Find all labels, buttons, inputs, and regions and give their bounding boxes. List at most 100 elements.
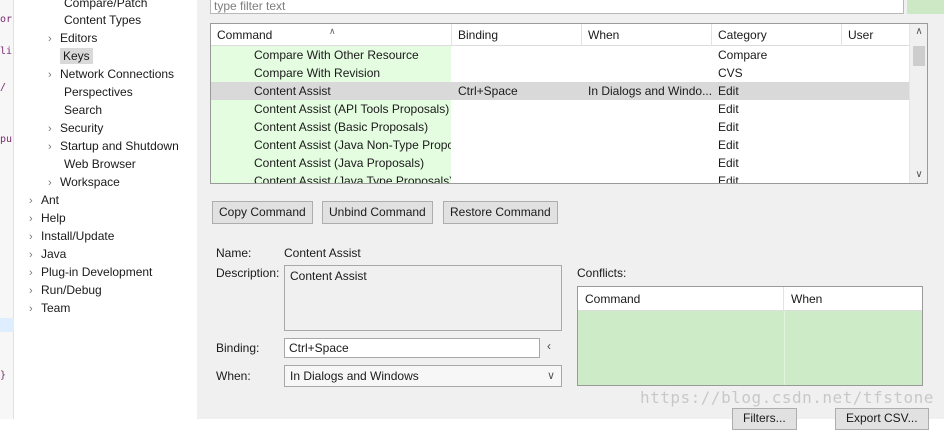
tree-item-perspectives[interactable]: Perspectives: [64, 83, 133, 101]
tree-item-install-update[interactable]: › Install/Update: [29, 227, 114, 245]
cell-category: Edit: [718, 102, 739, 116]
copy-command-button[interactable]: Copy Command: [212, 201, 313, 224]
tree-item-label: Editors: [60, 31, 98, 45]
column-header-binding[interactable]: Binding: [452, 24, 582, 46]
chevron-right-icon[interactable]: ›: [29, 264, 41, 282]
binding-input[interactable]: Ctrl+Space: [284, 338, 540, 358]
tree-item-label: Plug-in Development: [41, 265, 153, 279]
column-header-category[interactable]: Category: [712, 24, 842, 46]
chevron-right-icon[interactable]: ›: [48, 138, 60, 156]
cell-command: Content Assist (API Tools Proposals): [211, 100, 451, 118]
tree-item-search[interactable]: Search: [64, 101, 102, 119]
cell-when: In Dialogs and Windo...: [588, 84, 712, 98]
chevron-right-icon[interactable]: ›: [29, 246, 41, 264]
binding-label: Binding:: [216, 341, 260, 355]
cell-category: Edit: [718, 84, 739, 98]
tree-item-label: Ant: [41, 193, 60, 207]
unbind-command-button[interactable]: Unbind Command: [322, 201, 433, 224]
column-header-when[interactable]: When: [582, 24, 712, 46]
editor-line-highlight: [0, 318, 14, 332]
tree-item-help[interactable]: › Help: [29, 209, 66, 227]
cell-command: Compare With Other Resource: [211, 46, 451, 64]
tree-item-label: Network Connections: [60, 67, 175, 81]
cell-command: Content Assist: [211, 82, 451, 100]
tree-item-label: Help: [41, 211, 66, 225]
filter-input[interactable]: type filter text: [210, 0, 904, 14]
binding-menu-icon[interactable]: ‹: [547, 339, 551, 353]
cell-command: Compare With Revision: [211, 64, 451, 82]
cell-command: Content Assist (Java Proposals): [211, 154, 451, 172]
when-select[interactable]: In Dialogs and Windows ∨: [284, 365, 562, 387]
keys-preference-page: type filter text Command ∧ Binding When C…: [197, 0, 944, 430]
table-row[interactable]: Content Assist (Java Type Proposals) Edit: [211, 172, 909, 183]
table-row[interactable]: Compare With Revision CVS: [211, 64, 909, 82]
column-header-command[interactable]: Command ∧: [211, 24, 452, 46]
chevron-right-icon[interactable]: ›: [48, 30, 60, 48]
editor-fragment: pu: [0, 134, 13, 145]
chevron-right-icon[interactable]: ›: [29, 228, 41, 246]
chevron-right-icon[interactable]: ›: [29, 282, 41, 300]
cell-binding: Ctrl+Space: [458, 84, 518, 98]
tree-item-web-browser[interactable]: Web Browser: [64, 155, 136, 173]
tree-item-content-types[interactable]: Content Types: [64, 11, 141, 29]
scroll-up-icon[interactable]: ∧: [910, 24, 927, 40]
table-row[interactable]: Content Assist Ctrl+Space In Dialogs and W…: [211, 82, 909, 100]
conflicts-table: Command When: [577, 286, 923, 386]
table-row[interactable]: Content Assist (API Tools Proposals) Edit: [211, 100, 909, 118]
tree-item-label: Install/Update: [41, 229, 115, 243]
tree-item-label: Workspace: [60, 175, 120, 189]
conflicts-table-header: Command When: [578, 287, 922, 311]
tree-item-label: Compare/Patch: [64, 0, 148, 10]
tree-item-network-connections[interactable]: › Network Connections: [48, 65, 174, 83]
tree-item-label: Web Browser: [64, 157, 136, 171]
scrollbar-thumb[interactable]: [913, 46, 925, 66]
tree-item-workspace[interactable]: › Workspace: [48, 173, 120, 191]
tree-item-ant[interactable]: › Ant: [29, 191, 59, 209]
column-label: User: [848, 28, 874, 42]
tree-item-editors[interactable]: › Editors: [48, 29, 97, 47]
description-label: Description:: [216, 266, 280, 280]
keys-table-scrollbar[interactable]: ∧ ∨: [909, 24, 927, 183]
tree-item-keys[interactable]: Keys: [60, 47, 93, 65]
description-field[interactable]: Content Assist: [284, 265, 562, 331]
watermark: https://blog.csdn.net/tfstone: [640, 388, 934, 407]
column-header-user[interactable]: User: [842, 24, 909, 46]
tree-item-label: Run/Debug: [41, 283, 102, 297]
keys-table-body: Compare With Other Resource Compare Compar…: [211, 46, 909, 183]
scroll-down-icon[interactable]: ∨: [910, 167, 927, 183]
keys-table: Command ∧ Binding When Category User Comp…: [210, 23, 928, 184]
name-label: Name:: [216, 246, 252, 260]
conflicts-column-when[interactable]: When: [784, 287, 922, 311]
chevron-right-icon[interactable]: ›: [29, 192, 41, 210]
chevron-right-icon[interactable]: ›: [29, 210, 41, 228]
tree-item-label: Keys: [60, 48, 93, 64]
restore-command-button[interactable]: Restore Command: [443, 201, 558, 224]
tree-item-team[interactable]: › Team: [29, 299, 70, 317]
chevron-right-icon[interactable]: ›: [29, 300, 41, 318]
chevron-right-icon[interactable]: ›: [48, 66, 60, 84]
tree-item-label: Perspectives: [64, 85, 133, 99]
tree-item-plugin-development[interactable]: › Plug-in Development: [29, 263, 152, 281]
cell-category: CVS: [718, 66, 743, 80]
cell-command: Content Assist (Basic Proposals): [211, 118, 451, 136]
filters-button[interactable]: Filters...: [732, 408, 797, 430]
table-row[interactable]: Content Assist (Basic Proposals) Edit: [211, 118, 909, 136]
cell-category: Edit: [718, 138, 739, 152]
tree-item-label: Search: [64, 103, 103, 117]
table-row[interactable]: Compare With Other Resource Compare: [211, 46, 909, 64]
editor-fragment: }: [0, 370, 7, 381]
tree-item-startup-shutdown[interactable]: › Startup and Shutdown: [48, 137, 179, 155]
table-row[interactable]: Content Assist (Java Proposals) Edit: [211, 154, 909, 172]
tree-item-label: Content Types: [64, 13, 142, 27]
tree-item-label: Startup and Shutdown: [60, 139, 179, 153]
chevron-right-icon[interactable]: ›: [48, 174, 60, 192]
chevron-right-icon[interactable]: ›: [48, 120, 60, 138]
editor-fragment: or: [0, 14, 13, 25]
table-row[interactable]: Content Assist (Java Non-Type Propo Edit: [211, 136, 909, 154]
conflicts-column-command[interactable]: Command: [578, 287, 784, 311]
tree-item-java[interactable]: › Java: [29, 245, 66, 263]
tree-item-run-debug[interactable]: › Run/Debug: [29, 281, 102, 299]
tree-item-security[interactable]: › Security: [48, 119, 103, 137]
conflicts-label: Conflicts:: [577, 266, 627, 280]
export-csv-button[interactable]: Export CSV...: [835, 408, 929, 430]
